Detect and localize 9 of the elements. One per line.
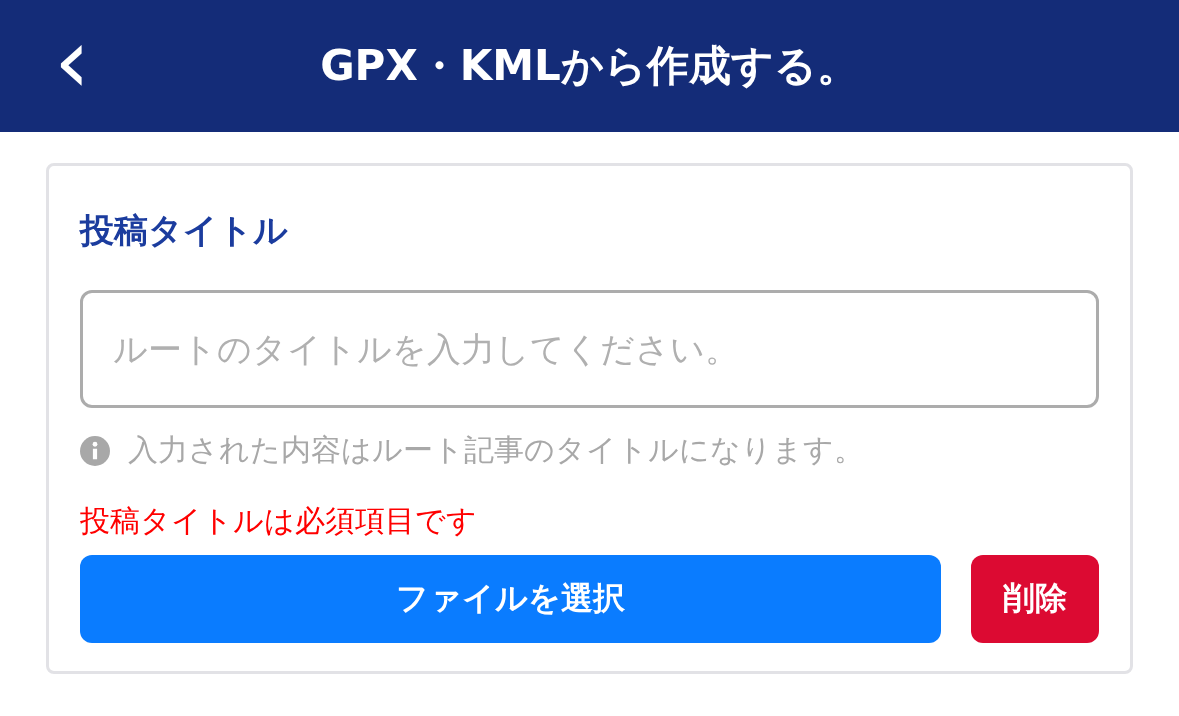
delete-button[interactable]: 削除 xyxy=(971,555,1099,643)
hint-text: 入力された内容はルート記事のタイトルになります。 xyxy=(128,431,864,469)
title-input-field[interactable]: ルートのタイトルを入力してください。 xyxy=(80,290,1099,408)
back-button[interactable]: ‹ xyxy=(44,26,100,96)
error-message: 投稿タイトルは必須項目です xyxy=(80,502,478,540)
file-select-button[interactable]: ファイルを選択 xyxy=(80,555,941,643)
info-icon xyxy=(80,435,110,466)
field-label: 投稿タイトル xyxy=(80,209,289,252)
page-title: GPX・KMLから作成する。 xyxy=(320,40,859,92)
